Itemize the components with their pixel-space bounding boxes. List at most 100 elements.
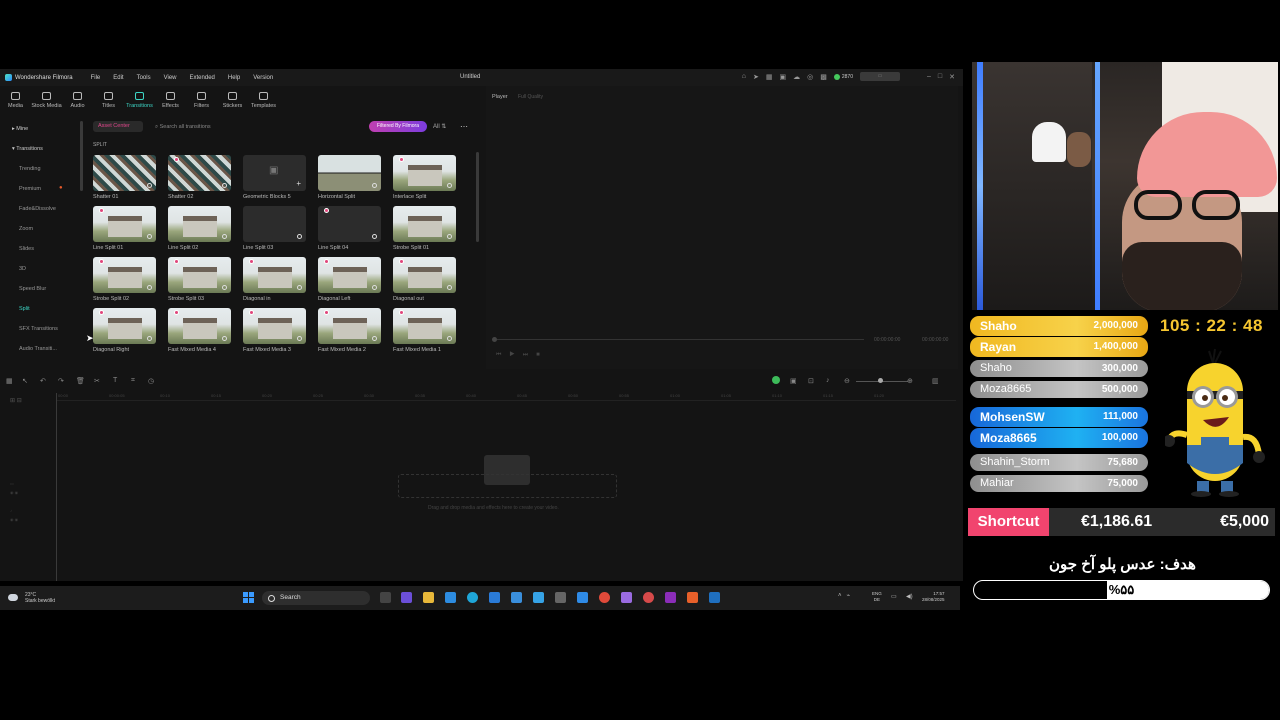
snapshot-icon[interactable]: ⊡ (808, 377, 814, 385)
delete-icon[interactable]: 🗑 (76, 377, 85, 385)
app-icon-5[interactable] (665, 592, 676, 603)
player-seekbar[interactable] (494, 339, 864, 340)
capcut-icon[interactable] (555, 592, 566, 603)
task-view-icon[interactable] (380, 592, 391, 603)
transition-thumbnail[interactable] (243, 257, 306, 293)
transition-thumbnail[interactable] (393, 155, 456, 191)
menu-help[interactable]: Help (228, 75, 240, 81)
transition-thumbnail[interactable] (243, 308, 306, 344)
sidebar-item-3d[interactable]: 3D (19, 266, 26, 272)
transition-thumbnail[interactable] (168, 257, 231, 293)
undo-icon[interactable]: ↶ (40, 377, 46, 385)
asset-center-button[interactable]: Asset Center (93, 121, 143, 132)
teams-icon[interactable] (401, 592, 412, 603)
transition-thumbnail[interactable] (393, 308, 456, 344)
minimize-icon[interactable]: – (927, 73, 931, 80)
seek-knob[interactable] (492, 337, 497, 342)
menu-extended[interactable]: Extended (190, 75, 215, 81)
tool-media[interactable]: Media (0, 86, 31, 116)
search-transitions-input[interactable]: ⌕ Search all transitions (155, 124, 211, 131)
grid-icon[interactable]: ▦ (766, 73, 773, 81)
sidebar-item-premium[interactable]: Premium (19, 186, 41, 192)
taskbar-search[interactable]: Search (262, 591, 370, 605)
tool-titles[interactable]: Titles (93, 86, 124, 116)
network-icon[interactable]: ▭ (891, 593, 897, 600)
more-options-icon[interactable]: ⋯ (460, 122, 468, 131)
coin-balance[interactable]: 2870 (833, 73, 853, 80)
weather-widget[interactable]: 23°C Stark bewölkt (8, 592, 55, 604)
transition-thumbnail[interactable] (93, 308, 156, 344)
quality-dropdown[interactable]: Full Quality (518, 94, 543, 100)
menu-edit[interactable]: Edit (113, 75, 123, 81)
tool-audio[interactable]: Audio (62, 86, 93, 116)
transition-thumbnail[interactable] (168, 206, 231, 242)
gift-icon[interactable]: ⌂ (742, 73, 746, 80)
tool-stock-media[interactable]: Stock Media (31, 86, 62, 116)
apps-icon[interactable]: ▩ (820, 73, 827, 81)
filtered-by-filmora-button[interactable]: Filtered By Filmora (369, 121, 427, 132)
transition-thumbnail[interactable] (168, 308, 231, 344)
app-icon-2[interactable] (533, 592, 544, 603)
volume-icon[interactable]: ◀) (906, 593, 913, 600)
app-icon-6[interactable] (687, 592, 698, 603)
start-button[interactable] (243, 592, 254, 603)
track-add-icon[interactable]: ⊞ ⊟ (10, 397, 22, 404)
mic-icon[interactable]: ♪ (826, 377, 830, 384)
tool-filters[interactable]: Filters (186, 86, 217, 116)
file-explorer-icon[interactable] (423, 592, 434, 603)
menu-tools[interactable]: Tools (137, 75, 151, 81)
menu-file[interactable]: File (91, 75, 101, 81)
transition-thumbnail[interactable] (168, 155, 231, 191)
marker-icon[interactable]: ▣ (790, 377, 797, 385)
clock[interactable]: 17:57 28/08/2025 (922, 591, 945, 603)
timeline-ruler[interactable]: 00:00 00:00:05 00:10 00:15 00:20 00:25 00:30 00… (56, 393, 956, 401)
transition-thumbnail[interactable] (93, 257, 156, 293)
render-icon[interactable] (772, 376, 780, 384)
view-toggle[interactable]: All ⇅ (433, 123, 446, 130)
sidebar-transitions[interactable]: ▾ Transitions (12, 146, 43, 152)
filmora-taskbar-icon[interactable] (709, 592, 720, 603)
app-icon-3[interactable] (621, 592, 632, 603)
maximize-icon[interactable]: □ (938, 73, 942, 80)
chrome-icon[interactable] (599, 592, 610, 603)
redo-icon[interactable]: ↷ (58, 377, 64, 385)
language-indicator[interactable]: ENG DE (872, 591, 882, 603)
sidebar-item-trending[interactable]: Trending (19, 166, 41, 172)
transition-thumbnail[interactable] (243, 206, 306, 242)
tool-stickers[interactable]: Stickers (217, 86, 248, 116)
close-icon[interactable]: ✕ (949, 73, 955, 81)
sidebar-item-zoom[interactable]: Zoom (19, 226, 33, 232)
store-icon[interactable] (445, 592, 456, 603)
transition-thumbnail[interactable] (393, 206, 456, 242)
app-icon-1[interactable] (489, 592, 500, 603)
transition-thumbnail[interactable] (318, 155, 381, 191)
transition-thumbnail[interactable] (318, 206, 381, 242)
transition-thumbnail[interactable] (93, 155, 156, 191)
sidebar-item-speed-blur[interactable]: Speed Blur (19, 286, 46, 292)
sidebar-item-audio-transiti-[interactable]: Audio Transiti... (19, 346, 57, 352)
sidebar-item-fade-dissolve[interactable]: Fade&Dissolve (19, 206, 56, 212)
headset-icon[interactable]: ◎ (807, 73, 813, 81)
zoom-slider-knob[interactable] (878, 378, 883, 383)
playback-controls[interactable]: ⏮▶⏭■ (496, 352, 548, 359)
library-scrollbar[interactable] (476, 152, 479, 242)
layout-icon[interactable]: ▦ (6, 377, 13, 385)
timeline-drop-zone[interactable] (398, 474, 617, 498)
timeline-playhead[interactable] (56, 393, 57, 581)
sidebar-item-slides[interactable]: Slides (19, 246, 34, 252)
tool-templates[interactable]: Templates (248, 86, 279, 116)
crop-icon[interactable]: ⌗ (131, 377, 135, 385)
sidebar-mine[interactable]: ▸ Mine (12, 126, 28, 132)
edge-icon[interactable] (467, 592, 478, 603)
cut-icon[interactable]: ✂ (94, 377, 100, 385)
system-tray[interactable]: ˄ ⌁ (838, 592, 853, 599)
timeline-grid-icon[interactable]: ▥ (932, 377, 939, 385)
menu-version[interactable]: Version (253, 75, 273, 81)
sidebar-item-sfx-transitions[interactable]: SFX Transitions (19, 326, 58, 332)
transition-thumbnail[interactable] (393, 257, 456, 293)
tool-transitions[interactable]: Transitions (124, 86, 155, 116)
select-tool-icon[interactable]: ↖ (22, 377, 28, 385)
transition-thumbnail[interactable] (318, 257, 381, 293)
vscode-icon[interactable] (577, 592, 588, 603)
zoom-in-icon[interactable]: ⊕ (907, 377, 913, 385)
